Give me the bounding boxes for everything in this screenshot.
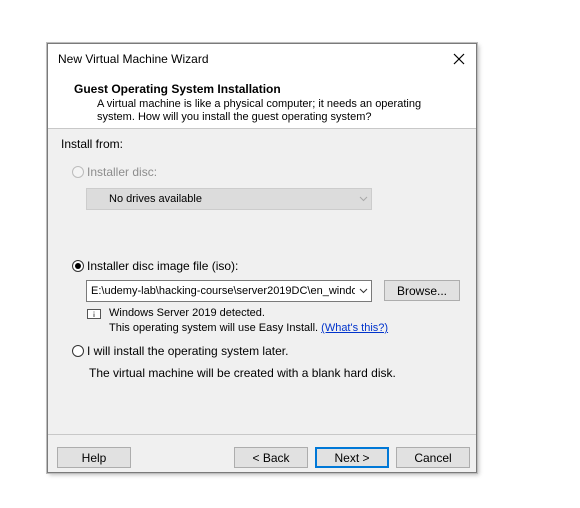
new-vm-wizard-dialog: New Virtual Machine Wizard Guest Operati…: [47, 43, 477, 473]
back-button[interactable]: < Back: [234, 447, 308, 468]
window-title: New Virtual Machine Wizard: [58, 52, 209, 66]
chevron-down-icon: [359, 288, 367, 294]
help-button[interactable]: Help: [57, 447, 131, 468]
installer-disc-label: Installer disc:: [87, 165, 158, 179]
iso-path-combo[interactable]: E:\udemy-lab\hacking-course\server2019DC…: [86, 280, 372, 302]
page-title: Guest Operating System Installation: [74, 82, 281, 96]
close-button[interactable]: [446, 46, 472, 72]
blank-disk-note: The virtual machine will be created with…: [89, 366, 396, 380]
install-later-radio-button[interactable]: [72, 345, 84, 357]
iso-path-arrow[interactable]: [355, 288, 371, 294]
chevron-down-icon: [359, 196, 367, 202]
install-later-label: I will install the operating system late…: [87, 344, 289, 358]
drive-select[interactable]: No drives available: [86, 188, 372, 210]
whats-this-link[interactable]: (What's this?): [321, 322, 388, 334]
info-icon: [87, 309, 101, 319]
installer-disc-radio[interactable]: Installer disc:: [72, 165, 157, 179]
os-detected-text: Windows Server 2019 detected.: [109, 307, 265, 319]
iso-radio-button[interactable]: [72, 260, 84, 272]
easy-install-row: This operating system will use Easy Inst…: [109, 322, 388, 334]
wizard-content: Install from: Installer disc: No drives …: [48, 129, 476, 434]
iso-path-value: E:\udemy-lab\hacking-course\server2019DC…: [91, 285, 355, 297]
install-later-radio[interactable]: I will install the operating system late…: [72, 344, 288, 358]
next-button[interactable]: Next >: [315, 447, 389, 468]
close-icon: [453, 53, 465, 65]
installer-disc-radio-button[interactable]: [72, 166, 84, 178]
cancel-button[interactable]: Cancel: [396, 447, 470, 468]
browse-button[interactable]: Browse...: [384, 280, 460, 301]
title-bar: New Virtual Machine Wizard: [48, 44, 476, 74]
wizard-footer: Help < Back Next > Cancel: [48, 434, 476, 473]
iso-label: Installer disc image file (iso):: [87, 259, 239, 273]
drive-select-value: No drives available: [109, 193, 202, 205]
wizard-header: Guest Operating System Installation A vi…: [48, 74, 476, 129]
drive-select-arrow: [355, 196, 371, 202]
iso-radio[interactable]: Installer disc image file (iso):: [72, 259, 238, 273]
install-from-label: Install from:: [61, 137, 124, 151]
page-description: A virtual machine is like a physical com…: [97, 98, 422, 123]
easy-install-text: This operating system will use Easy Inst…: [109, 322, 319, 334]
